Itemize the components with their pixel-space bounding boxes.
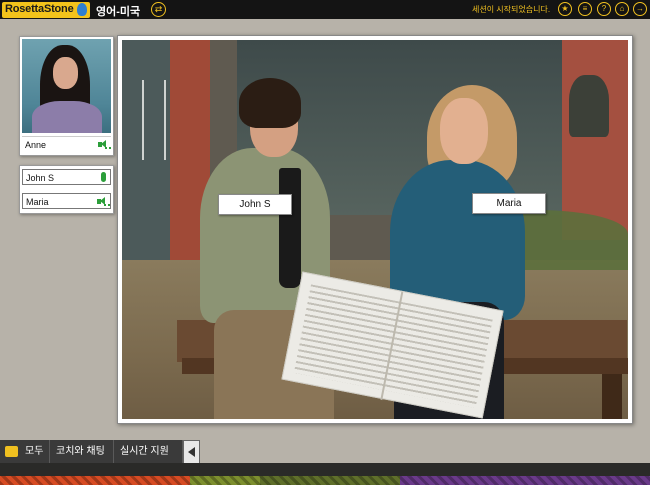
coach-name: Anne: [25, 140, 47, 150]
people-icon: [5, 446, 18, 457]
speaker-level: [104, 204, 110, 206]
home-icon[interactable]: ⌂: [615, 2, 629, 16]
chat-tabs: 모두 코치와 채팅 실시간 지원: [0, 440, 200, 464]
participant-name: John S: [26, 173, 55, 183]
exit-icon[interactable]: →: [633, 2, 647, 16]
coach-face: [53, 57, 78, 89]
tab-coach-chat[interactable]: 코치와 채팅: [50, 440, 114, 464]
john-s-label[interactable]: John S: [218, 194, 292, 215]
switch-language-button[interactable]: ⇄: [151, 2, 166, 17]
session-status-text: 세션이 시작되었습니다.: [472, 5, 551, 14]
garden-lantern: [569, 75, 609, 137]
speaker-icon[interactable]: [98, 140, 111, 149]
participants-panel: John S Maria: [19, 165, 114, 214]
logo-stone-icon: [77, 3, 87, 16]
maria-label[interactable]: Maria: [472, 193, 546, 214]
photo-brick-wall: [562, 40, 628, 240]
course-language-title: 영어-미국: [96, 6, 141, 18]
collapse-panel-button[interactable]: [183, 440, 200, 464]
tab-live-support-label: 실시간 지원: [120, 446, 169, 457]
lesson-image-frame: John S Maria: [117, 35, 633, 424]
tab-all-label: 모두: [25, 446, 44, 457]
microphone-icon[interactable]: [101, 172, 106, 182]
speaker-icon[interactable]: [97, 197, 110, 206]
coach-name-row: Anne: [22, 136, 111, 152]
participant-name: Maria: [26, 197, 49, 207]
participant-row: John S: [22, 169, 111, 185]
wind-chime: [142, 80, 166, 160]
menu-icon[interactable]: ≡: [578, 2, 592, 16]
bench-leg: [602, 374, 622, 419]
tab-all[interactable]: 모두: [0, 440, 50, 464]
decorative-strip-pattern: [0, 476, 650, 485]
brand-name: RosettaStone: [5, 3, 74, 15]
rosetta-stone-logo: RosettaStone: [2, 2, 90, 18]
top-bar: RosettaStone 영어-미국 ⇄ 세션이 시작되었습니다. ★ ≡ ? …: [0, 0, 650, 19]
coach-shirt: [32, 101, 102, 133]
speaker-level: [105, 147, 111, 149]
tab-live-support[interactable]: 실시간 지원: [114, 440, 183, 464]
woman-face: [440, 98, 488, 164]
man-tie: [279, 168, 301, 288]
coach-video: [22, 39, 111, 133]
lesson-photo: [122, 40, 628, 419]
help-icon[interactable]: ?: [597, 2, 611, 16]
chevron-left-icon: [188, 447, 195, 457]
star-icon[interactable]: ★: [558, 2, 572, 16]
tab-coach-chat-label: 코치와 채팅: [56, 446, 105, 457]
coach-card: Anne: [19, 36, 114, 156]
participant-row: Maria: [22, 193, 111, 209]
man-hair: [239, 78, 301, 128]
